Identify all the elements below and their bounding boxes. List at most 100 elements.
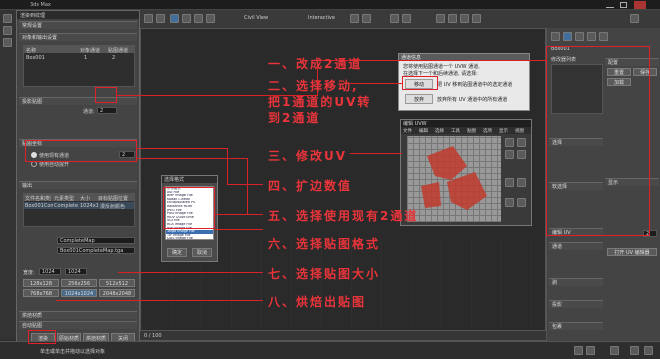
uv-editor-window: 编辑 UVW 文件 编辑 选择 工具 贴图 选项 显示 视图 (400, 119, 532, 226)
undo-icon[interactable] (144, 14, 153, 23)
uv-menu-item[interactable]: 显示 (499, 128, 508, 134)
uv-tool-icon-5[interactable] (505, 178, 514, 187)
uv-menu-item[interactable]: 选择 (435, 128, 444, 134)
uv-editor-titlebar: 编辑 UVW (401, 120, 531, 127)
open-uv-editor-button[interactable]: 打开 UV 编辑器 (607, 248, 657, 256)
select-icon[interactable] (170, 14, 179, 23)
size-label: 宽度: (23, 270, 35, 276)
close-button[interactable] (634, 1, 646, 9)
snap-icon[interactable] (350, 14, 359, 23)
uv-grid-canvas[interactable] (407, 136, 501, 222)
uv-menu-item[interactable]: 视图 (515, 128, 524, 134)
output-target: 漫反射颜色 (100, 204, 126, 210)
quick-icon[interactable] (3, 14, 12, 23)
key-icon[interactable] (610, 346, 619, 355)
size-512-button[interactable]: 512x512 (99, 279, 135, 287)
uv-tool-icon-1[interactable] (505, 138, 514, 147)
align-icon[interactable] (402, 14, 411, 23)
annotation-3: 三、修改UV (268, 149, 348, 163)
section-projection[interactable]: 投影贴图 (19, 97, 137, 105)
abandon-button[interactable]: 放弃 (405, 94, 433, 104)
output-header: 文件名和类型 元素类型 大小 目标贴图位置 (24, 194, 134, 202)
section-objects[interactable]: 对象和输出设置 (19, 33, 137, 41)
menu-civil-view[interactable]: Civil View (244, 15, 268, 21)
table-row[interactable]: Box001 1 2 (24, 54, 134, 61)
format-list-item[interactable]: DDS Image File (166, 237, 213, 239)
uv-tool-icon-8[interactable] (517, 198, 526, 207)
uv-menu-item[interactable]: 编辑 (419, 128, 428, 134)
mirror-icon[interactable] (390, 14, 399, 23)
size-2048-button[interactable]: 2048x2048 (99, 289, 135, 297)
hierarchy-tab-icon[interactable] (575, 32, 584, 41)
leader-line-8 (56, 300, 263, 301)
menu-interactive[interactable]: Interactive (308, 15, 335, 21)
zoom-icon[interactable] (630, 346, 639, 355)
rollout-channel[interactable]: 通道 (549, 242, 603, 250)
output-col-size: 大小 (80, 196, 91, 202)
height-field[interactable]: 1024 (65, 268, 87, 275)
uv-tool-icon-6[interactable] (517, 178, 526, 187)
uv-islands (421, 146, 487, 210)
layer-icon[interactable] (3, 26, 12, 35)
play-icon[interactable] (574, 346, 583, 355)
annotation-1: 一、改成2通道 (268, 57, 363, 71)
output-type: CompleteMap (54, 203, 78, 209)
create-tab-icon[interactable] (551, 32, 560, 41)
render-to-texture-dialog: 渲染到纹理 常规设置 对象和输出设置 名称 对象通道 贴图通道 Box001 1… (16, 10, 140, 346)
modify-tab-icon[interactable] (563, 32, 572, 41)
size-128-button[interactable]: 128x128 (23, 279, 59, 287)
display-tab-icon[interactable] (599, 32, 608, 41)
render-icon[interactable] (460, 14, 469, 23)
annotation-7: 七、选择贴图大小 (268, 267, 381, 281)
objects-header: 名称 对象通道 贴图通道 (24, 46, 134, 54)
highlight-format-list (163, 187, 215, 229)
leader-line-5 (137, 158, 247, 159)
format-cancel-button[interactable]: 取消 (192, 248, 212, 257)
table-row[interactable]: Box001Complete... CompleteMap 1024x1024 … (24, 202, 134, 210)
rollout-peel[interactable]: 剥 (549, 278, 603, 286)
section-output[interactable]: 输出 (19, 181, 137, 189)
leader-line-3 (350, 153, 402, 154)
minimize-button[interactable] (606, 2, 614, 8)
uv-menu-item[interactable]: 选项 (483, 128, 492, 134)
motion-tab-icon[interactable] (587, 32, 596, 41)
rotate-icon[interactable] (194, 14, 203, 23)
uv-tool-icon-2[interactable] (517, 138, 526, 147)
angle-snap-icon[interactable] (362, 14, 371, 23)
timeline[interactable]: 0 / 100 (140, 330, 546, 340)
leader-line-5c (215, 214, 263, 215)
section-baked-material[interactable]: 烘焙材质 (19, 311, 137, 319)
render-setup-icon[interactable] (448, 14, 457, 23)
annotation-2b: 把1通道的UV转 (268, 95, 372, 109)
uv-menu-item[interactable]: 文件 (403, 128, 412, 134)
next-frame-icon[interactable] (586, 346, 595, 355)
rollout-wrap[interactable]: 包裹 (549, 322, 603, 330)
uv-menu-item[interactable]: 工具 (451, 128, 460, 134)
uv-channel-field[interactable]: 2 (97, 107, 117, 114)
section-auto-map[interactable]: 自动贴图 (19, 321, 137, 329)
annotation-2c: 到2通道 (268, 111, 321, 125)
uv-tool-icon-4[interactable] (517, 150, 526, 159)
scale-icon[interactable] (206, 14, 215, 23)
width-field[interactable]: 1024 (39, 268, 61, 275)
output-file: Box001Complete... (25, 203, 53, 209)
move-icon[interactable] (182, 14, 191, 23)
size-1024-button[interactable]: 1024x1024 (61, 289, 97, 297)
uv-tool-icon-3[interactable] (505, 150, 514, 159)
section-general[interactable]: 常规设置 (19, 21, 137, 29)
filename-field[interactable]: Box001CompleteMap.tga (57, 247, 135, 254)
orbit-icon[interactable] (644, 346, 653, 355)
render-frame-icon[interactable] (472, 14, 481, 23)
scene-icon[interactable] (3, 38, 12, 47)
size-256-button[interactable]: 256x256 (61, 279, 97, 287)
maximize-button[interactable] (620, 2, 627, 8)
workspace-icon[interactable] (630, 14, 639, 23)
uv-menu-item[interactable]: 贴图 (467, 128, 476, 134)
name-field[interactable]: CompleteMap (57, 237, 135, 244)
size-768-button[interactable]: 768x768 (23, 289, 59, 297)
format-ok-button[interactable]: 确定 (167, 248, 187, 257)
rollout-projection[interactable]: 投影 (549, 300, 603, 308)
material-editor-icon[interactable] (436, 14, 445, 23)
uv-tool-icon-7[interactable] (505, 198, 514, 207)
redo-icon[interactable] (156, 14, 165, 23)
